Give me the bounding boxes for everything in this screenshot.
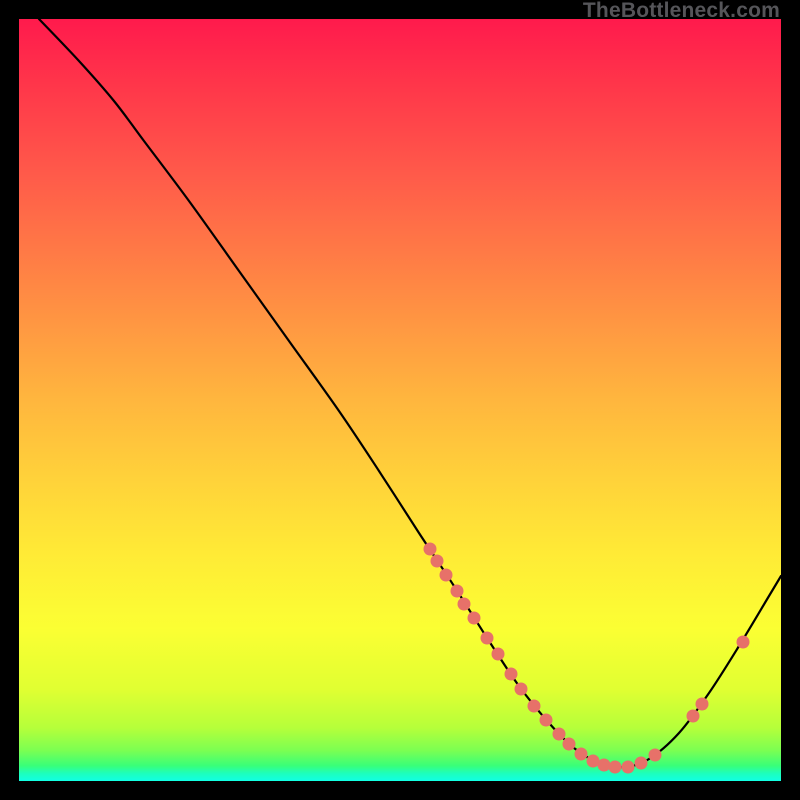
data-point [451,585,464,598]
data-point [696,698,709,711]
data-point [540,714,553,727]
data-point [598,759,611,772]
data-point [458,598,471,611]
data-point [687,710,700,723]
data-point [440,569,453,582]
data-point [431,555,444,568]
chart-area [19,19,781,781]
data-point [505,668,518,681]
data-point [575,748,588,761]
data-point [635,757,648,770]
data-point [492,648,505,661]
data-point [468,612,481,625]
data-point [553,728,566,741]
data-point [563,738,576,751]
data-point [609,761,622,774]
bottleneck-curve [39,19,781,767]
data-point [649,749,662,762]
data-points [424,543,750,774]
data-point [481,632,494,645]
data-point [424,543,437,556]
data-point [528,700,541,713]
curve-plot [19,19,781,781]
data-point [515,683,528,696]
data-point [622,761,635,774]
data-point [737,636,750,649]
